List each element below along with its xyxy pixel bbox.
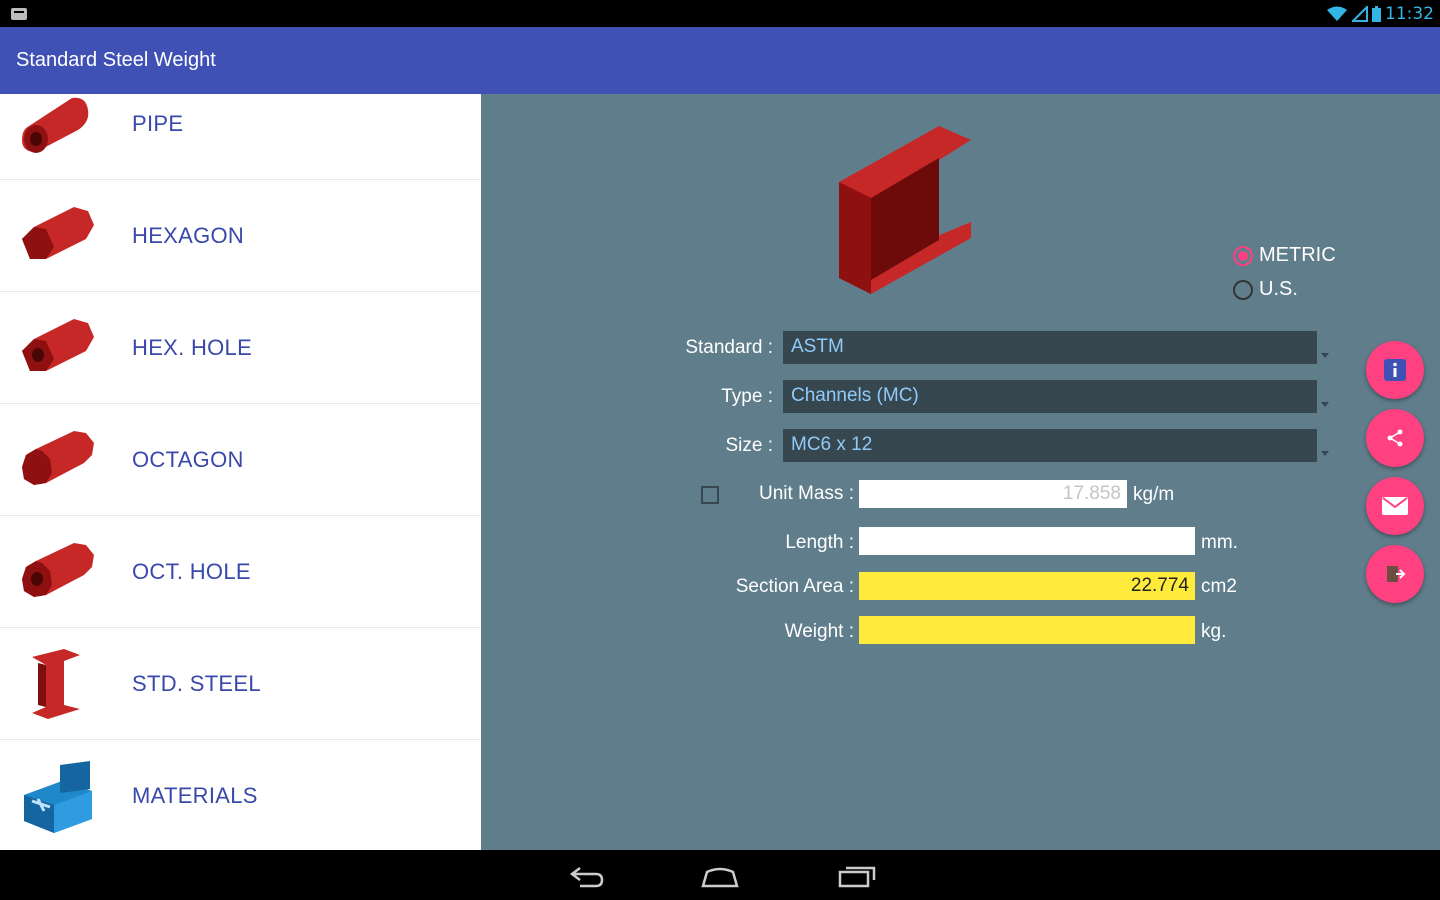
- size-value: MC6 x 12: [791, 434, 873, 455]
- exit-icon: [1387, 566, 1406, 582]
- app-bar: Standard Steel Weight: [0, 27, 1440, 94]
- radio-us[interactable]: U.S.: [1233, 278, 1298, 301]
- length-unit: mm.: [1201, 532, 1238, 553]
- unit-mass-label: Unit Mass :: [758, 483, 854, 504]
- section-area-label: Section Area :: [735, 576, 854, 597]
- radio-metric-indicator[interactable]: [1233, 245, 1253, 266]
- list-item-octagon[interactable]: OCTAGON: [0, 404, 481, 516]
- battery-icon: [1372, 6, 1381, 22]
- toolbox-icon: [24, 760, 92, 833]
- hexagon-bar-icon: [22, 206, 94, 259]
- info-button[interactable]: [1366, 341, 1424, 399]
- list-item-label: OCTAGON: [132, 446, 244, 472]
- size-dropdown[interactable]: MC6 x 12: [783, 429, 1329, 462]
- calculator-panel: METRIC U.S. Standard : ASTM Type : Chann…: [481, 94, 1440, 850]
- list-item-label: HEXAGON: [132, 222, 245, 248]
- octagon-bar-icon: [22, 430, 94, 485]
- status-bar: 11:32: [0, 0, 1440, 27]
- size-label: Size :: [725, 435, 773, 456]
- exit-button[interactable]: [1366, 545, 1424, 603]
- pipe-icon: [22, 97, 89, 153]
- list-item-std-steel[interactable]: STD. STEEL: [0, 628, 481, 740]
- navigation-bar: [0, 850, 1440, 900]
- info-icon: [1384, 359, 1406, 381]
- standard-label: Standard :: [685, 337, 773, 358]
- list-item-label: PIPE: [132, 111, 184, 136]
- list-item-label: MATERIALS: [132, 782, 258, 808]
- list-item-label: STD. STEEL: [132, 670, 261, 696]
- weight-field: [859, 616, 1195, 644]
- weight-unit: kg.: [1201, 621, 1227, 642]
- i-beam-icon: [32, 648, 80, 719]
- wifi-icon: [1327, 6, 1347, 21]
- email-button[interactable]: [1366, 477, 1424, 535]
- chevron-down-icon: [1321, 353, 1329, 358]
- oct-hole-icon: [22, 542, 94, 597]
- type-label: Type :: [721, 386, 773, 407]
- notification-icon: [11, 8, 27, 20]
- hex-hole-icon: [22, 318, 94, 371]
- email-icon: [1382, 497, 1408, 515]
- channel-shape-icon: [839, 126, 971, 294]
- radio-us-label: U.S.: [1259, 278, 1298, 300]
- share-icon: [1387, 429, 1403, 447]
- list-item-pipe[interactable]: PIPE: [0, 94, 481, 180]
- back-icon[interactable]: [566, 862, 606, 890]
- list-item-label: HEX. HOLE: [132, 334, 253, 360]
- unit-mass-unit: kg/m: [1133, 484, 1175, 505]
- chevron-down-icon: [1321, 402, 1329, 407]
- home-icon[interactable]: [700, 862, 740, 890]
- standard-dropdown[interactable]: ASTM: [783, 331, 1329, 364]
- type-dropdown[interactable]: Channels (MC): [783, 380, 1329, 413]
- list-item-hex-hole[interactable]: HEX. HOLE: [0, 292, 481, 404]
- unit-mass-checkbox[interactable]: [701, 486, 719, 504]
- section-area-unit: cm2: [1201, 576, 1237, 597]
- standard-value: ASTM: [791, 336, 844, 357]
- radio-us-indicator[interactable]: [1233, 279, 1253, 300]
- unit-mass-field[interactable]: [859, 480, 1127, 508]
- list-item-label: OCT. HOLE: [132, 558, 251, 584]
- list-item-oct-hole[interactable]: OCT. HOLE: [0, 516, 481, 628]
- type-value: Channels (MC): [791, 385, 919, 406]
- weight-label: Weight :: [784, 621, 854, 642]
- section-area-field: [859, 572, 1195, 600]
- list-item-hexagon[interactable]: HEXAGON: [0, 180, 481, 292]
- length-label: Length :: [785, 532, 854, 553]
- radio-metric[interactable]: METRIC: [1233, 244, 1336, 267]
- app-title: Standard Steel Weight: [16, 49, 216, 71]
- share-button[interactable]: [1366, 409, 1424, 467]
- status-indicators: 11:32: [1326, 4, 1434, 24]
- recent-apps-icon[interactable]: [836, 862, 876, 890]
- length-field[interactable]: [859, 527, 1195, 555]
- chevron-down-icon: [1321, 451, 1329, 456]
- clock: 11:32: [1385, 4, 1434, 24]
- shape-list: PIPE HEXAGON HEX. HOLE OCTAGON OCT. HOLE: [0, 94, 481, 850]
- radio-metric-label: METRIC: [1259, 244, 1336, 266]
- signal-icon: [1352, 6, 1368, 22]
- list-item-materials[interactable]: MATERIALS: [0, 740, 481, 850]
